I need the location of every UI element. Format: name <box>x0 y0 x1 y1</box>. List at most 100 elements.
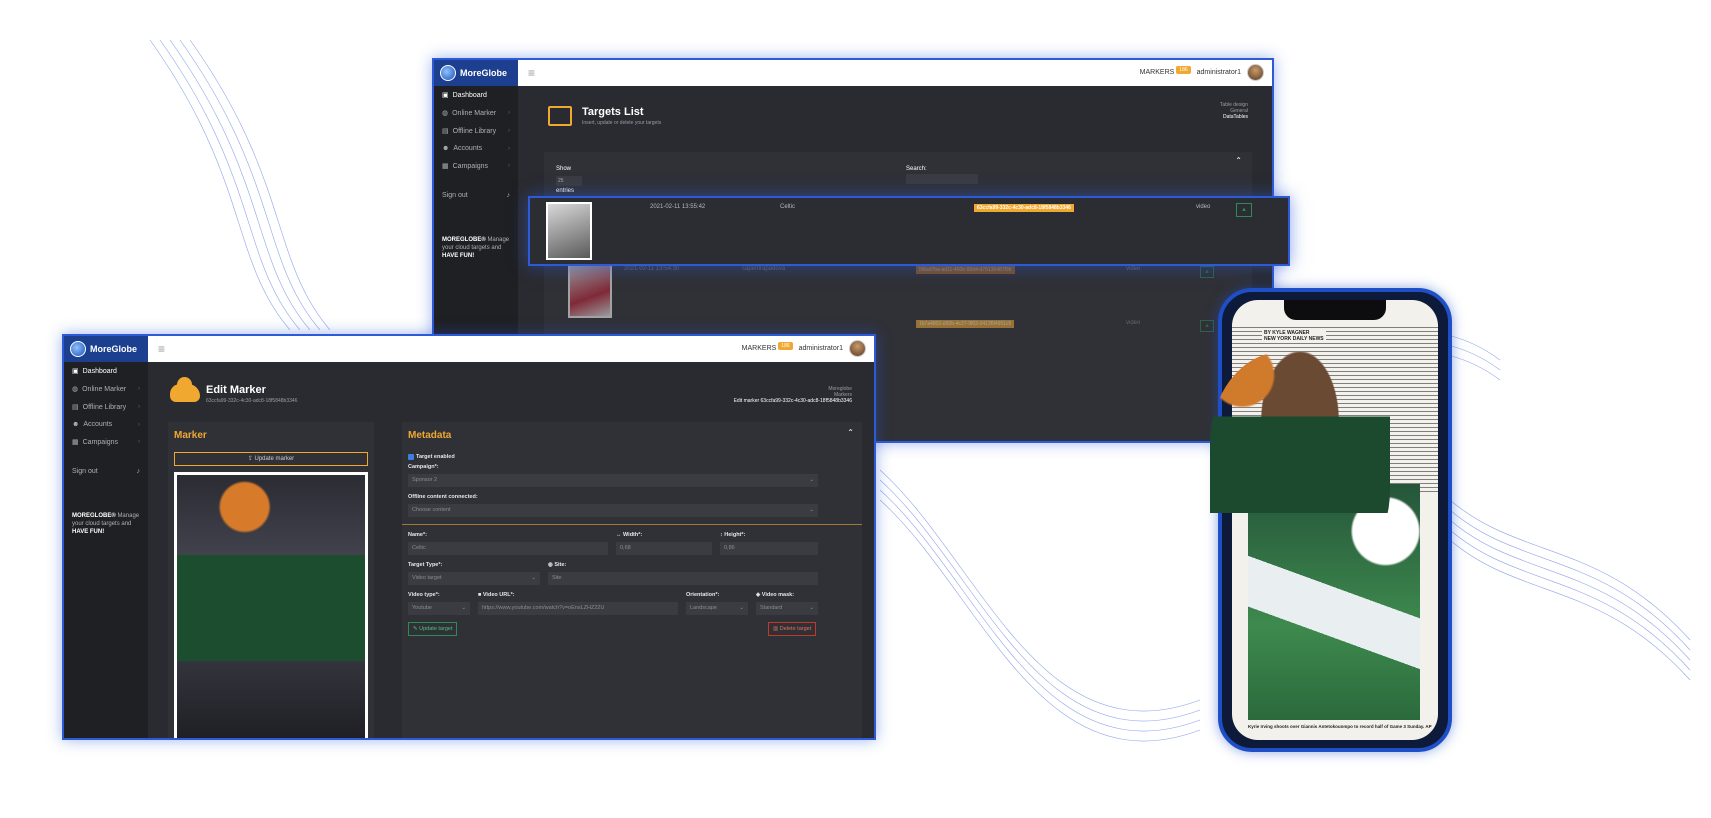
name-input[interactable]: Celtic <box>408 542 608 555</box>
sidebar-item-accounts[interactable]: ☻ Accounts › <box>434 140 518 157</box>
page-subtitle: 63ccfa99-332c-4c30-adc8-18f5848b3346 <box>206 398 298 404</box>
collapse-icon[interactable]: ⌃ <box>847 428 854 437</box>
shield-icon: ◈ <box>756 592 761 598</box>
video-url-label-text: Video URL*: <box>482 592 515 598</box>
table-row[interactable]: 2021-02-11 13:54:30 capentrapadova 5f8ed… <box>558 262 1238 318</box>
row-campaign: capentrapadova <box>742 266 786 272</box>
height-icon: ↕ <box>720 532 723 538</box>
sidebar-item-campaigns[interactable]: ▦ Campaigns › <box>64 433 148 451</box>
globe-icon: ◍ <box>442 110 449 117</box>
sidebar-item-online-marker[interactable]: ◍ Online Marker › <box>434 104 518 122</box>
edit-icon: ✎ <box>413 626 418 632</box>
update-marker-button[interactable]: ⇪ Update marker <box>174 452 368 466</box>
target-type-select[interactable]: Video target ⌄ <box>408 572 540 585</box>
avatar[interactable] <box>1247 64 1264 81</box>
menu-toggle-icon[interactable]: ≡ <box>528 66 535 80</box>
sign-out-link[interactable]: Sign out ♪ <box>434 187 518 204</box>
brand-logo[interactable]: MoreGlobe <box>434 60 518 86</box>
table-row-highlighted[interactable]: 2021-02-11 13:55:42 Celtic 63ccfa99-332c… <box>528 196 1290 266</box>
video-mask-value: Standard <box>760 605 783 611</box>
height-input[interactable]: 0,86 <box>720 542 818 555</box>
page-title: Targets List <box>582 106 644 118</box>
newspaper-byline: BY KYLE WAGNER NEW YORK DAILY NEWS <box>1262 330 1326 342</box>
top-bar: MoreGlobe ≡ MARKERS 186 administrator1 <box>434 60 1272 86</box>
dashboard-icon: ▣ <box>442 92 449 99</box>
chevron-down-icon: › <box>138 404 140 410</box>
username[interactable]: administrator1 <box>799 345 843 352</box>
delete-target-button[interactable]: ▥ Delete target <box>768 622 817 636</box>
row-type: video <box>1126 320 1141 326</box>
phone-notch <box>1284 300 1386 320</box>
entries-select[interactable]: 25 <box>556 176 582 186</box>
metadata-panel: Metadata ⌃ Target enabled Campaign*: Spo… <box>402 422 862 738</box>
users-icon: ☻ <box>442 145 450 152</box>
thumbs-up-icon[interactable]: ▲ <box>1200 266 1214 278</box>
brand-logo[interactable]: MoreGlobe <box>64 336 148 362</box>
target-type-label: Target Type*: <box>408 562 443 568</box>
markers-label[interactable]: MARKERS <box>742 345 777 352</box>
breadcrumb: Moreglobe Markers Edit marker 63ccfa99-3… <box>734 386 852 404</box>
sidebar-item-dashboard[interactable]: ▣ Dashboard <box>434 86 518 104</box>
offline-content-value: Choose content <box>412 507 451 513</box>
sign-out-link[interactable]: Sign out ♪ <box>64 463 148 480</box>
video-type-select[interactable]: Youtube ⌄ <box>408 602 470 615</box>
target-thumbnail[interactable] <box>546 202 592 260</box>
chevron-down-icon: › <box>508 110 510 116</box>
search-input[interactable] <box>906 174 978 184</box>
sidebar-item-campaigns[interactable]: ▦ Campaigns › <box>434 157 518 175</box>
target-enabled-checkbox[interactable] <box>408 454 414 460</box>
avatar[interactable] <box>849 340 866 357</box>
brand-name: MoreGlobe <box>460 68 508 78</box>
campaign-label: Campaign*: <box>408 464 439 470</box>
video-url-input[interactable]: https://www.youtube.com/watch?v=oEnsLZHZ… <box>478 602 678 615</box>
collapse-icon[interactable]: ⌃ <box>1235 156 1242 165</box>
brand-name: MoreGlobe <box>90 344 138 354</box>
orientation-select[interactable]: Landscape ⌄ <box>686 602 748 615</box>
marker-panel-title: Marker <box>174 430 207 441</box>
height-label-text: Height*: <box>724 532 746 538</box>
target-thumbnail[interactable] <box>568 264 612 318</box>
marker-image <box>174 472 368 738</box>
video-mask-select[interactable]: Standard ⌄ <box>756 602 818 615</box>
sidebar: ▣ Dashboard ◍ Online Marker › ▤ Offline Libr… <box>64 362 148 738</box>
width-icon: ↔ <box>616 532 622 538</box>
sidebar-item-accounts[interactable]: ☻ Accounts › <box>64 416 148 433</box>
sidebar-item-online-marker[interactable]: ◍ Online Marker › <box>64 380 148 398</box>
video-camera-icon: ■ <box>478 592 482 598</box>
update-target-button[interactable]: ✎ Update target <box>408 622 458 636</box>
username[interactable]: administrator1 <box>1197 69 1241 76</box>
edit-marker-window: MoreGlobe ≡ MARKERS 186 administrator1 ▣… <box>62 334 876 740</box>
bell-icon[interactable]: ♪ <box>137 468 141 475</box>
note-fun: HAVE FUN! <box>72 529 105 535</box>
chevron-down-icon: › <box>138 386 140 392</box>
book-icon: ▤ <box>442 128 449 135</box>
sidebar-item-offline-library[interactable]: ▤ Offline Library › <box>64 398 148 416</box>
phone-mockup: BY KYLE WAGNER NEW YORK DAILY NEWS Kyrie … <box>1210 288 1452 752</box>
menu-toggle-icon[interactable]: ≡ <box>158 342 165 356</box>
offline-content-select[interactable]: Choose content ⌄ <box>408 504 818 517</box>
chevron-down-icon: › <box>138 439 140 445</box>
entries-label: entries <box>556 188 575 194</box>
bell-icon[interactable]: ♪ <box>507 192 511 199</box>
sidebar-item-label: Dashboard <box>452 91 487 99</box>
row-target-id: 63ccfa99-332c-4c30-adc8-18f5848b3346 <box>974 204 1074 212</box>
offline-content-label: Offline content connected: <box>408 494 478 500</box>
target-type-value: Video target <box>412 575 442 581</box>
width-input[interactable]: 0,68 <box>616 542 712 555</box>
markers-label[interactable]: MARKERS <box>1140 69 1175 76</box>
site-label-text: Site: <box>554 562 567 568</box>
user-area: MARKERS 186 administrator1 <box>742 340 866 357</box>
sidebar-item-dashboard[interactable]: ▣ Dashboard <box>64 362 148 380</box>
row-type: video <box>1196 204 1211 210</box>
sidebar-item-offline-library[interactable]: ▤ Offline Library › <box>434 122 518 140</box>
sidebar-item-label: Accounts <box>83 421 113 428</box>
site-input[interactable]: Site <box>548 572 818 585</box>
newspaper-caption: Kyrie Irving shoots over Giannis Antetok… <box>1248 724 1432 729</box>
campaign-select[interactable]: Sponsor 2 ⌄ <box>408 474 818 487</box>
thumbs-up-icon[interactable]: ▲ <box>1200 320 1214 332</box>
thumbs-up-icon[interactable]: ▲ <box>1236 203 1252 217</box>
width-label: ↔ Width*: <box>616 532 642 538</box>
video-mask-label-text: Video mask: <box>761 592 795 598</box>
row-target-id: 1b7a4802-d92b-4c27-9f03-0413f94951c5 <box>916 320 1015 328</box>
chevron-down-icon: ⌄ <box>739 605 744 611</box>
